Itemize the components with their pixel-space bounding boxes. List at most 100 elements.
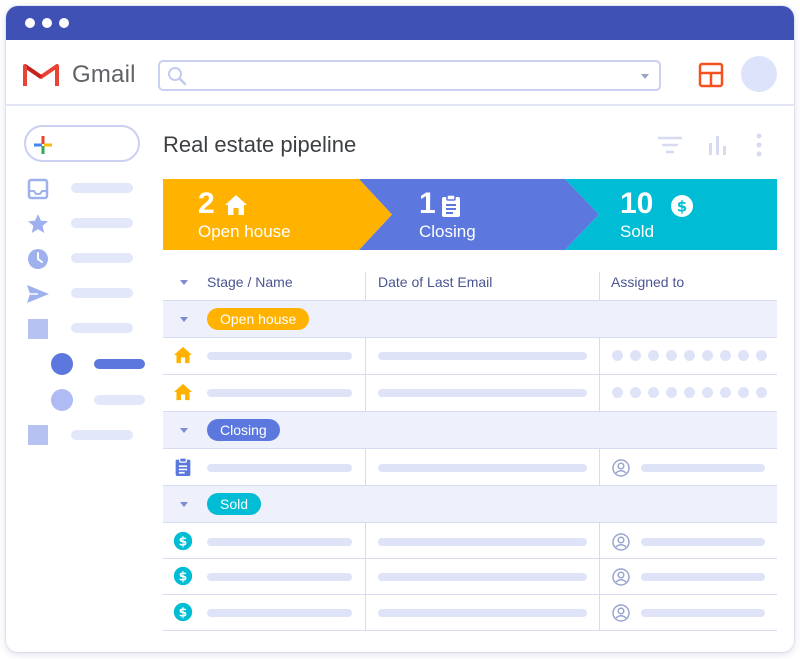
app-header: Gmail xyxy=(6,40,794,106)
search-options-chevron-down-icon[interactable] xyxy=(641,74,649,79)
column-divider xyxy=(599,272,600,300)
column-divider xyxy=(365,449,366,485)
row-divider xyxy=(163,448,777,449)
collapse-chevron-down-icon[interactable] xyxy=(180,502,188,507)
column-header-stage-name[interactable]: Stage / Name xyxy=(207,264,293,300)
assignee-placeholder xyxy=(641,538,765,546)
name-placeholder xyxy=(207,352,352,360)
gmail-logo-icon[interactable] xyxy=(22,60,60,93)
person-icon xyxy=(612,533,630,556)
group-label-pill: Sold xyxy=(207,493,262,515)
column-divider xyxy=(599,559,600,594)
clipboard-icon xyxy=(174,457,192,482)
label-circle-icon[interactable] xyxy=(51,353,73,375)
column-header-date-last-email[interactable]: Date of Last Email xyxy=(378,264,492,300)
sidebar-item-label[interactable] xyxy=(71,183,133,193)
page-title: Real estate pipeline xyxy=(163,132,357,157)
column-divider xyxy=(365,559,366,594)
assignee-placeholder xyxy=(641,573,765,581)
assignee-dots xyxy=(612,350,767,361)
group-row-sold[interactable]: Sold xyxy=(163,486,777,522)
star-icon[interactable] xyxy=(27,213,49,240)
layout-panel-icon[interactable] xyxy=(698,62,724,93)
stage-open-house[interactable]: 2 Open house xyxy=(163,179,359,250)
search-icon xyxy=(166,65,188,92)
date-placeholder xyxy=(378,609,587,617)
sidebar-item-label[interactable] xyxy=(71,430,133,440)
plus-icon xyxy=(34,136,52,154)
sidebar-item-label[interactable] xyxy=(94,359,145,369)
row-divider xyxy=(163,374,777,375)
column-divider xyxy=(365,523,366,558)
column-divider xyxy=(365,595,366,630)
stage-count: 1 xyxy=(419,187,436,220)
column-divider xyxy=(365,375,366,411)
home-icon xyxy=(173,346,193,369)
sidebar-item-label[interactable] xyxy=(71,288,133,298)
date-placeholder xyxy=(378,464,587,472)
label-square-icon[interactable] xyxy=(28,319,48,339)
column-divider xyxy=(599,523,600,558)
compose-button[interactable] xyxy=(24,125,140,162)
clock-icon[interactable] xyxy=(27,248,49,275)
search-input[interactable] xyxy=(158,60,661,91)
column-divider xyxy=(365,272,366,300)
column-header-assigned-to[interactable]: Assigned to xyxy=(611,264,684,300)
person-icon xyxy=(612,568,630,591)
sidebar-item-label[interactable] xyxy=(71,218,133,228)
column-divider xyxy=(365,338,366,374)
person-icon xyxy=(612,459,630,482)
row-divider xyxy=(163,522,777,523)
group-label-pill: Open house xyxy=(207,308,310,330)
sort-chevron-down-icon[interactable] xyxy=(180,280,188,285)
date-placeholder xyxy=(378,352,587,360)
label-circle-icon[interactable] xyxy=(51,389,73,411)
dollar-icon: $ xyxy=(670,194,694,223)
name-placeholder xyxy=(207,389,352,397)
stage-label: Open house xyxy=(198,222,291,241)
inbox-icon[interactable] xyxy=(27,178,49,205)
date-placeholder xyxy=(378,573,587,581)
dollar-icon: $ xyxy=(173,602,193,627)
column-divider xyxy=(599,375,600,411)
stage-count: 2 xyxy=(198,187,215,220)
collapse-chevron-down-icon[interactable] xyxy=(180,428,188,433)
sidebar-item-label[interactable] xyxy=(94,395,145,405)
row-divider xyxy=(163,594,777,595)
assignee-placeholder xyxy=(641,609,765,617)
label-square-icon[interactable] xyxy=(28,425,48,445)
more-vert-icon[interactable] xyxy=(755,132,763,163)
stage-label: Sold xyxy=(620,222,655,241)
window-dot xyxy=(42,18,52,28)
stage-closing[interactable]: 1 Closing xyxy=(392,179,565,250)
group-row-closing[interactable]: Closing xyxy=(163,412,777,448)
bar-chart-icon[interactable] xyxy=(707,133,729,162)
app-name: Gmail xyxy=(72,61,136,88)
filter-icon[interactable] xyxy=(656,134,684,161)
group-label-pill: Closing xyxy=(207,419,280,441)
avatar[interactable] xyxy=(741,56,777,92)
svg-text:$: $ xyxy=(677,198,687,216)
stage-count: 10 xyxy=(620,187,654,220)
send-icon[interactable] xyxy=(26,283,50,310)
sidebar-item-label[interactable] xyxy=(71,253,133,263)
name-placeholder xyxy=(207,573,352,581)
pipeline-banner: 2 Open house 1 Closing 10 $ Sold xyxy=(163,179,777,250)
column-divider xyxy=(599,338,600,374)
collapse-chevron-down-icon[interactable] xyxy=(180,317,188,322)
name-placeholder xyxy=(207,538,352,546)
dollar-icon: $ xyxy=(173,566,193,591)
group-row-open-house[interactable]: Open house xyxy=(163,301,777,337)
row-divider xyxy=(163,337,777,338)
home-icon xyxy=(224,194,248,221)
app-window: Gmail Real estate pipeline 2 Open house … xyxy=(6,6,794,652)
svg-text:$: $ xyxy=(179,605,188,620)
clipboard-icon xyxy=(440,194,462,223)
stage-sold[interactable]: 10 $ Sold xyxy=(599,179,777,250)
assignee-placeholder xyxy=(641,464,765,472)
window-titlebar xyxy=(6,6,794,40)
date-placeholder xyxy=(378,538,587,546)
column-divider xyxy=(599,449,600,485)
sidebar-item-label[interactable] xyxy=(71,323,133,333)
column-divider xyxy=(599,595,600,630)
